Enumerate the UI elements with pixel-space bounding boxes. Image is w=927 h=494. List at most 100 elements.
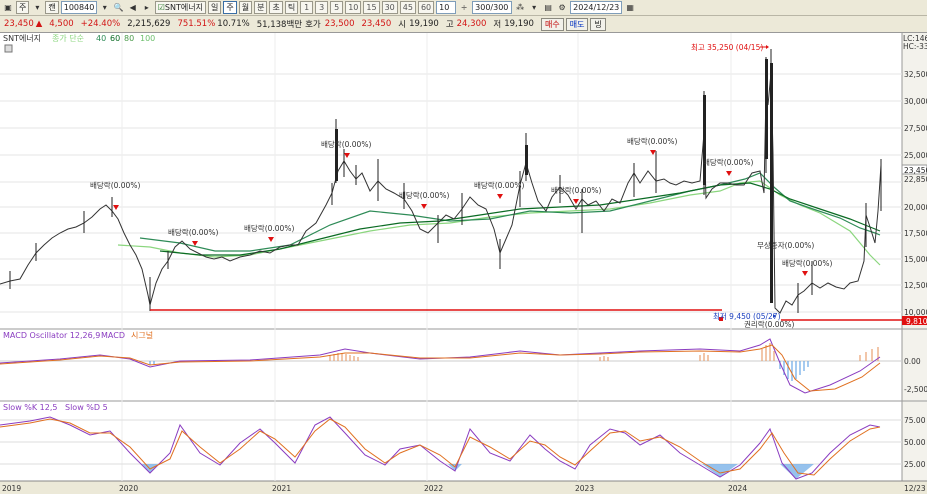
legend-ma-60: 60 (110, 34, 120, 43)
ask-price: 23,500 (324, 19, 355, 29)
candle-body (525, 145, 528, 175)
period-tick-button[interactable]: 틱 (284, 1, 299, 14)
period-week-button[interactable]: 주 (223, 1, 237, 14)
axis-info: HC:-33 (903, 42, 927, 51)
x-tick: 2023 (575, 484, 594, 493)
dividend-label: 배당락(0.00%) (168, 227, 218, 237)
y-tick: 10,000 (904, 308, 927, 317)
period-second-button[interactable]: 초 (269, 1, 283, 14)
custom-minute-input[interactable]: 10 (436, 1, 457, 14)
change-percent: +24.40% (80, 19, 121, 29)
legend-ma-40: 40 (96, 34, 106, 43)
x-tick: 2022 (424, 484, 443, 493)
chevron-down-icon[interactable]: ▾ (99, 1, 111, 14)
slow-k-legend: Slow %K 12,5 (3, 403, 57, 412)
minute-10-button[interactable]: 10 (345, 1, 362, 14)
x-axis-bar (0, 481, 927, 494)
dividend-label: 배당락(0.00%) (782, 258, 832, 268)
y-tick: 15,000 (904, 255, 927, 264)
y-tick: 32,500 (904, 70, 927, 79)
gear-icon[interactable]: ⚙ (556, 1, 568, 14)
low-price: 19,190 (504, 19, 534, 29)
minute-45-button[interactable]: 45 (399, 1, 416, 14)
legend-ma-100: 100 (140, 34, 155, 43)
speaker-icon[interactable]: ◀ (127, 1, 139, 14)
candle-body (765, 59, 768, 159)
stock-name-label: SNT에너지 (164, 3, 203, 12)
chart-settings-icon[interactable]: ⁂ (514, 1, 526, 14)
ma-price-tag: 22,850 (904, 175, 927, 184)
macd-legend-macd: MACD (101, 331, 125, 340)
bonus-issue-label: 무상증자(0.00%) (757, 240, 814, 250)
legend-stock-name: SNT에너지 (3, 33, 41, 43)
macd-legend-signal: 시그널 (131, 331, 153, 340)
high-annotation: 최고 35,250 (04/15) (691, 42, 763, 52)
checkbox-icon: ☑ (157, 3, 165, 12)
current-price-tag: 23,450 (904, 166, 927, 175)
extra-button[interactable]: 빙 (590, 17, 606, 31)
view-mode-select[interactable]: 주 (16, 1, 30, 14)
stoch-y-tick: 75.00 (904, 416, 926, 425)
candle-body (335, 129, 338, 181)
dividend-label: 배당락(0.00%) (551, 185, 601, 195)
dividend-label: 배당락(0.00%) (399, 190, 449, 200)
open-price: 19,190 (409, 19, 439, 29)
candle-body (703, 95, 706, 185)
buy-button[interactable]: 매수 (540, 17, 564, 31)
hts-chart-window: ▣ 주 ▾ 캔 100840 ▾ 🔍 ◀ ▸ ☑ SNT에너지 일 주 월 분 초… (0, 0, 927, 494)
period-day-button[interactable]: 일 (207, 1, 222, 14)
stock-code-input[interactable]: 100840 (60, 1, 97, 14)
date-input[interactable]: 2024/12/23 (570, 1, 623, 14)
chart-type-select[interactable]: 캔 (45, 1, 59, 14)
prev-next-icon[interactable]: ▸ (141, 1, 153, 14)
high-label: 고 (445, 20, 454, 30)
legend-ma-type: 종가 단순 (52, 33, 84, 43)
panel-toggle-icon[interactable] (4, 44, 13, 53)
support-price-tag: 9,810 (906, 317, 927, 326)
candle-body (770, 63, 773, 303)
period-month-button[interactable]: 월 (238, 1, 253, 14)
stock-name-field[interactable]: ☑ SNT에너지 (154, 1, 206, 14)
period-minute-button[interactable]: 분 (254, 1, 268, 14)
bid-price: 23,450 (361, 19, 392, 29)
volume: 2,215,629 (127, 19, 171, 29)
save-icon[interactable]: ▤ (542, 1, 554, 14)
chevron-down-icon[interactable]: ▾ (31, 1, 43, 14)
x-end-label: 12/23 (904, 484, 926, 493)
minute-60-button[interactable]: 60 (417, 1, 435, 14)
x-tick: 2020 (119, 484, 138, 493)
calendar-icon[interactable]: ▦ (624, 1, 636, 14)
stoch-y-tick: 25.00 (904, 460, 926, 469)
slow-d-legend: Slow %D 5 (65, 403, 108, 412)
spin-icon[interactable]: ÷ (458, 1, 470, 14)
low-annotation: 최저 9,450 (05/27) (713, 311, 781, 321)
minute-3-button[interactable]: 3 (315, 1, 329, 14)
sell-button[interactable]: 매도 (565, 17, 589, 31)
y-tick: 17,500 (904, 229, 927, 238)
window-menu-icon[interactable]: ▣ (2, 1, 14, 14)
high-price: 24,300 (456, 19, 487, 29)
minute-1-button[interactable]: 1 (300, 1, 314, 14)
dividend-label: 배당락(0.00%) (244, 223, 294, 233)
dividend-label: 배당락(0.00%) (321, 139, 371, 149)
current-price: 23,450 (4, 19, 34, 29)
data-count-input[interactable]: 300/300 (472, 1, 513, 14)
low-label: 저 (493, 20, 502, 30)
x-tick: 2019 (2, 484, 21, 493)
y-tick: 30,000 (904, 97, 927, 106)
chart-area[interactable]: SNT에너지 종가 단순 40 60 80 100 배당락(0.00%) 배당락… (0, 33, 927, 494)
change-arrow: ▲ (35, 19, 43, 29)
x-tick: 2021 (272, 484, 291, 493)
y-tick: 27,500 (904, 124, 927, 133)
search-icon[interactable]: 🔍 (113, 1, 125, 14)
minute-15-button[interactable]: 15 (363, 1, 380, 14)
dividend-label: 배당락(0.00%) (627, 136, 677, 146)
open-label: 시 (398, 20, 407, 30)
macd-y-tick: -2,500 (904, 385, 927, 394)
turnover-rate: 10.71% (217, 19, 250, 29)
macd-legend: MACD Oscillator 12,26,9 (3, 331, 100, 340)
minute-30-button[interactable]: 30 (381, 1, 398, 14)
minute-5-button[interactable]: 5 (330, 1, 344, 14)
chevron-down-icon[interactable]: ▾ (528, 1, 540, 14)
ask-label: 호가 (305, 20, 321, 30)
